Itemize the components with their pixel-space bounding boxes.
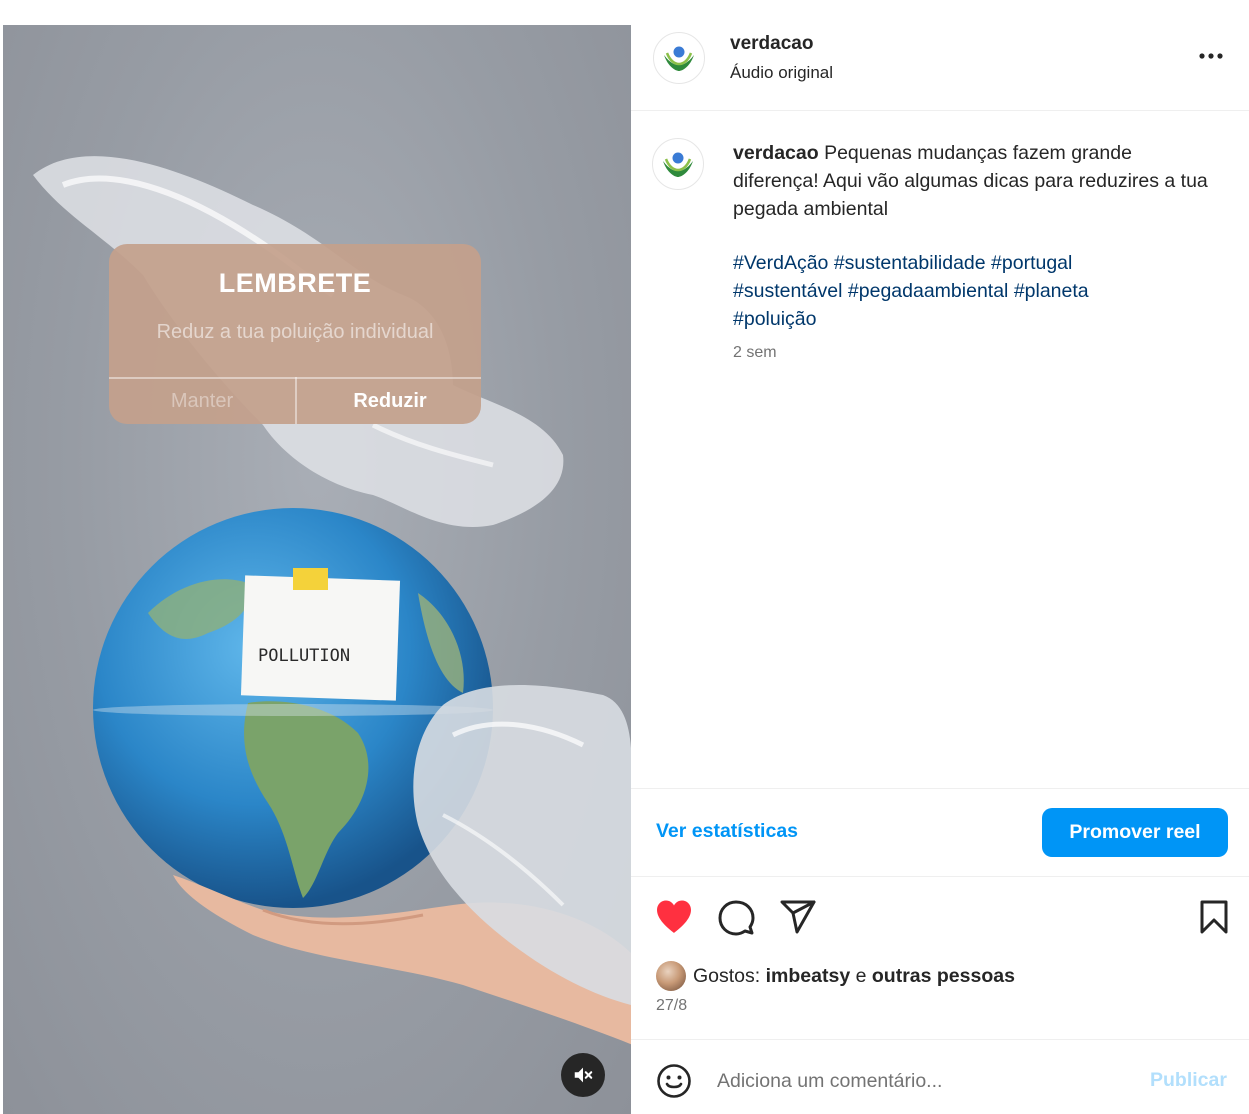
mute-button[interactable] <box>561 1053 605 1097</box>
comment-icon[interactable] <box>717 899 755 937</box>
reel-media[interactable]: POLLUTION LEMBRETE Reduz a tua poluição … <box>3 25 631 1114</box>
audio-label[interactable]: Áudio original <box>730 63 833 83</box>
likes-connector: e <box>855 965 867 987</box>
publish-comment-button[interactable]: Publicar <box>1150 1069 1227 1092</box>
post-date[interactable]: 27/8 <box>656 997 687 1015</box>
reminder-title: LEMBRETE <box>218 268 372 298</box>
plastic-bag-right-image <box>413 685 631 1005</box>
likes-others-link[interactable]: outras pessoas <box>872 965 1015 987</box>
speaker-muted-icon <box>574 1067 593 1083</box>
post-caption: verdacao Pequenas mudanças fazem grande … <box>733 139 1213 223</box>
likes-prefix: Gostos: <box>693 965 761 987</box>
more-options-icon[interactable] <box>1196 44 1226 68</box>
hashtag-link[interactable]: #planeta <box>1014 280 1089 302</box>
comment-divider <box>631 1039 1249 1040</box>
promote-reel-button[interactable]: Promover reel <box>1042 808 1228 857</box>
share-icon[interactable] <box>779 899 817 935</box>
sticky-note-text: POLLUTION <box>258 646 350 666</box>
bookmark-icon[interactable] <box>1198 899 1230 935</box>
hashtag-link[interactable]: #sustentável <box>733 280 843 302</box>
hashtag-link[interactable]: #portugal <box>991 252 1072 274</box>
verdacao-logo-icon <box>664 46 694 71</box>
caption-username[interactable]: verdacao <box>733 142 819 164</box>
likes-summary[interactable]: Gostos: imbeatsy e outras pessoas <box>693 965 1015 988</box>
hashtag-link[interactable]: #sustentabilidade <box>834 252 986 274</box>
reminder-text: Reduz a tua poluição individual <box>156 321 434 343</box>
post-time-ago[interactable]: 2 sem <box>733 344 777 362</box>
header-divider <box>631 110 1249 111</box>
actions-divider <box>631 876 1249 877</box>
hashtag-link[interactable]: #poluição <box>733 308 816 330</box>
profile-avatar[interactable] <box>653 32 705 84</box>
header-username[interactable]: verdacao <box>730 33 813 55</box>
view-insights-link[interactable]: Ver estatísticas <box>656 820 798 843</box>
comment-input[interactable] <box>717 1063 1127 1099</box>
liker-avatar[interactable] <box>656 961 686 991</box>
liker-username[interactable]: imbeatsy <box>766 965 851 987</box>
verdacao-logo-icon <box>663 152 693 177</box>
reminder-keep-option: Manter <box>170 390 234 412</box>
reminder-reduce-option: Reduzir <box>353 390 427 412</box>
stats-divider <box>631 788 1249 789</box>
hashtag-list: #VerdAção #sustentabilidade #portugal #s… <box>733 249 1213 333</box>
emoji-icon[interactable] <box>656 1063 692 1099</box>
reminder-card: LEMBRETE Reduz a tua poluição individual… <box>109 244 481 424</box>
caption-avatar[interactable] <box>652 138 704 190</box>
hashtag-link[interactable]: #pegadaambiental <box>848 280 1008 302</box>
heart-filled-icon[interactable] <box>655 899 693 935</box>
hashtag-link[interactable]: #VerdAção <box>733 252 828 274</box>
